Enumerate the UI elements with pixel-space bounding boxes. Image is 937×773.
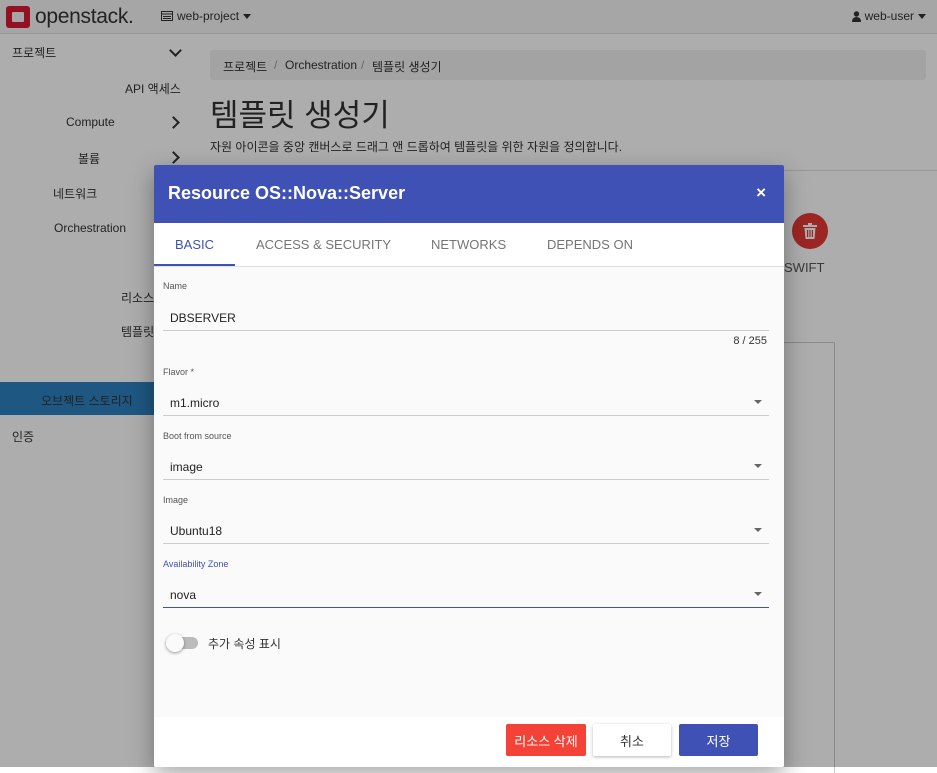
availability-zone-select[interactable]: nova	[170, 588, 196, 602]
image-label: Image	[163, 495, 189, 505]
modal-header: Resource OS::Nova::Server ×	[154, 165, 784, 223]
dropdown-arrow-icon[interactable]	[754, 464, 762, 468]
name-input-underline	[163, 330, 769, 331]
cancel-button[interactable]: 취소	[593, 724, 671, 756]
save-button[interactable]: 저장	[679, 724, 758, 756]
dropdown-arrow-icon[interactable]	[754, 400, 762, 404]
flavor-select-underline	[163, 415, 769, 416]
flavor-label: Flavor *	[163, 367, 195, 377]
image-select[interactable]: Ubuntu18	[170, 524, 222, 538]
toggle-knob	[166, 634, 184, 652]
image-select-underline	[163, 543, 769, 544]
tab-bar: BASIC ACCESS & SECURITY NETWORKS DEPENDS…	[154, 223, 784, 267]
availability-zone-label: Availability Zone	[163, 559, 229, 569]
name-input[interactable]: DBSERVER	[170, 311, 236, 325]
show-more-properties-toggle[interactable]	[166, 634, 198, 652]
name-label: Name	[163, 281, 188, 291]
tab-depends-on[interactable]: DEPENDS ON	[547, 237, 633, 252]
boot-source-label: Boot from source	[163, 431, 232, 441]
dropdown-arrow-icon[interactable]	[754, 592, 762, 596]
tab-networks[interactable]: NETWORKS	[431, 237, 506, 252]
close-icon[interactable]: ×	[756, 183, 766, 203]
flavor-select[interactable]: m1.micro	[170, 396, 219, 410]
active-tab-indicator	[154, 264, 235, 266]
delete-resource-button[interactable]: 리소스 삭제	[506, 724, 586, 756]
name-char-counter: 8 / 255	[733, 335, 767, 347]
modal-title: Resource OS::Nova::Server	[168, 183, 406, 203]
boot-source-select[interactable]: image	[170, 460, 203, 474]
boot-source-select-underline	[163, 479, 769, 480]
availability-zone-select-underline	[163, 607, 769, 608]
tab-access-security[interactable]: ACCESS & SECURITY	[256, 237, 391, 252]
tab-basic[interactable]: BASIC	[175, 237, 214, 252]
toggle-label: 추가 속성 표시	[208, 637, 281, 651]
dropdown-arrow-icon[interactable]	[754, 528, 762, 532]
resource-modal: Resource OS::Nova::Server × BASIC ACCESS…	[154, 165, 784, 767]
